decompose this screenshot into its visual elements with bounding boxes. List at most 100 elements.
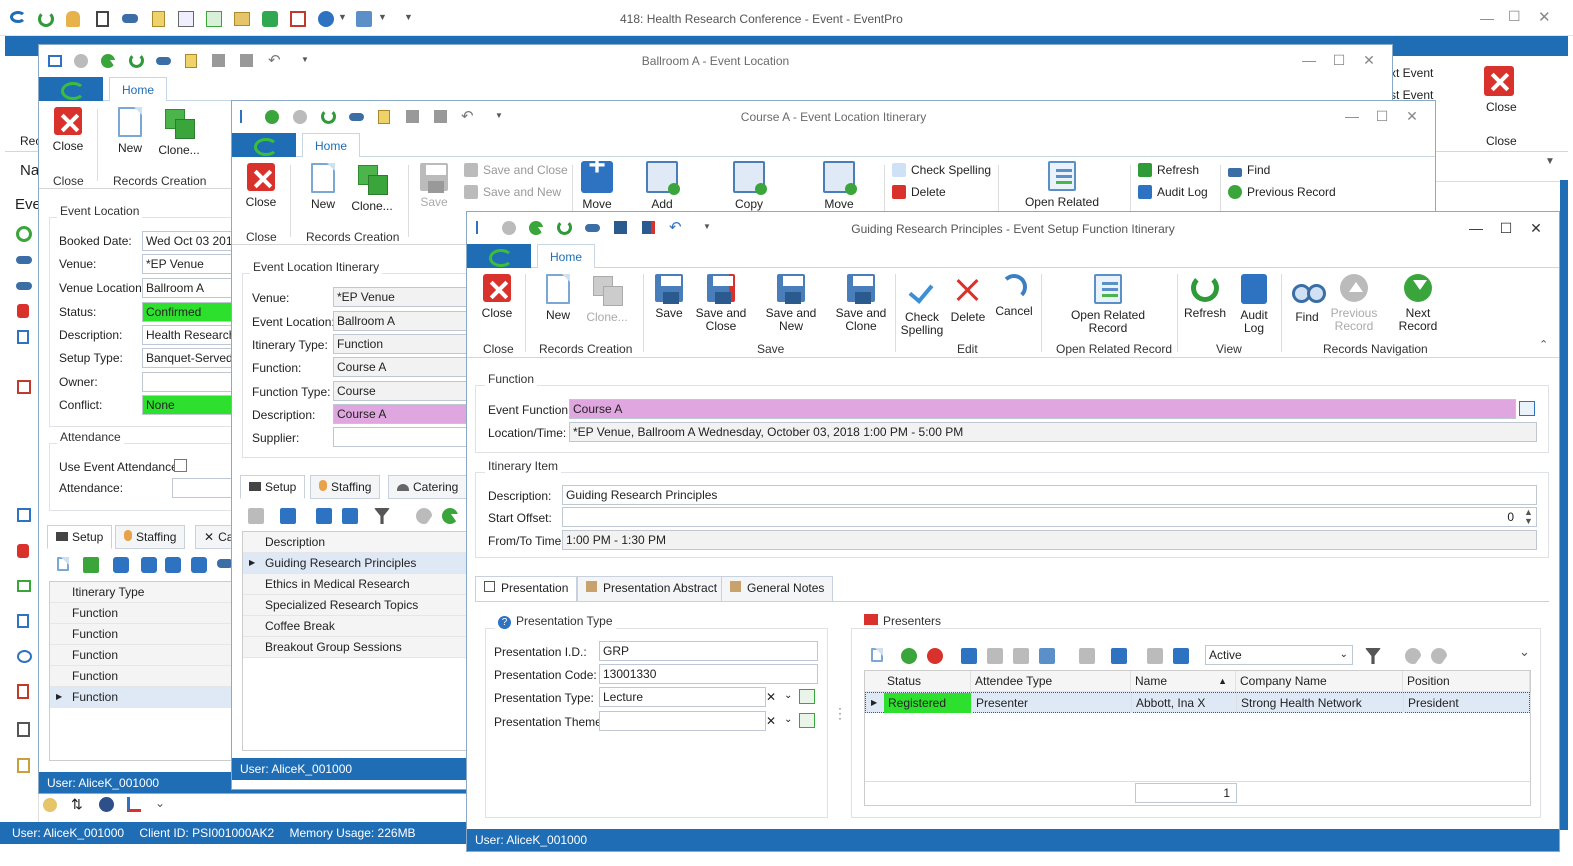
tab-home[interactable]: Home xyxy=(537,244,596,269)
table-row[interactable]: Coffee Break xyxy=(243,616,473,637)
calendar-icon[interactable] xyxy=(17,380,31,394)
maximize-button[interactable]: ☐ xyxy=(1324,49,1354,71)
save-and-new-button[interactable]: Save and New xyxy=(755,274,827,333)
sort-icon[interactable]: ⇅ xyxy=(71,796,83,813)
tab-home[interactable]: Home xyxy=(109,77,168,102)
audit-log-button[interactable]: Audit Log xyxy=(1138,185,1208,199)
up-icon[interactable] xyxy=(1405,648,1428,666)
table-row[interactable]: Function xyxy=(50,666,238,687)
close-button[interactable]: Close xyxy=(244,163,278,209)
close-button[interactable]: ✕ xyxy=(1397,105,1427,127)
tab-staffing[interactable]: Staffing xyxy=(115,525,186,549)
audit-log-button[interactable]: Audit Log xyxy=(1233,274,1275,335)
save-button[interactable]: Save xyxy=(418,163,450,209)
column-status[interactable]: Status xyxy=(883,671,971,691)
move-button[interactable]: Move xyxy=(580,159,614,211)
calculator-icon[interactable] xyxy=(17,722,30,737)
spin-icon[interactable]: ▲ ▼ xyxy=(1524,508,1533,526)
expand-chevron-icon[interactable]: ⌄ xyxy=(1519,644,1530,660)
tab-setup[interactable]: Setup xyxy=(240,475,306,499)
cancel-button[interactable]: Cancel xyxy=(993,274,1035,318)
open-related-button[interactable]: Open Related xyxy=(1022,161,1102,209)
find-button[interactable]: Find xyxy=(1228,163,1270,177)
next-event-button[interactable]: xt Event xyxy=(1390,66,1433,80)
binoculars-icon[interactable] xyxy=(122,14,138,23)
app-logo-icon[interactable] xyxy=(232,133,296,157)
new-button[interactable]: New xyxy=(543,274,573,322)
table-row[interactable]: ▶ Guiding Research Principles xyxy=(243,553,473,574)
table-row[interactable]: Ethics in Medical Research xyxy=(243,574,473,595)
connect-icon[interactable] xyxy=(1039,648,1055,664)
column-position[interactable]: Position xyxy=(1403,671,1530,691)
supplier-field[interactable] xyxy=(333,427,473,447)
status-filter-select[interactable]: Active ⌄ xyxy=(1205,645,1353,665)
clock-icon[interactable] xyxy=(16,226,32,242)
up-icon[interactable] xyxy=(416,508,439,526)
share-icon[interactable] xyxy=(356,11,372,27)
calendar-icon[interactable] xyxy=(290,11,306,27)
refresh-icon[interactable] xyxy=(38,11,54,27)
refresh-button[interactable]: Refresh xyxy=(1138,163,1199,177)
table-row[interactable]: Specialized Research Topics xyxy=(243,595,473,616)
booked-date-field[interactable]: Wed Oct 03 2018 xyxy=(142,231,242,251)
venue-location-field[interactable]: Ballroom A xyxy=(142,278,242,298)
add-resources-icon[interactable] xyxy=(141,557,157,573)
clipboard-icon[interactable] xyxy=(17,684,29,699)
next-record-button[interactable]: Next Record xyxy=(1385,274,1451,333)
globe-icon[interactable] xyxy=(99,797,114,812)
copy-icon[interactable] xyxy=(987,648,1003,664)
edit-icon[interactable] xyxy=(961,648,977,664)
table-row[interactable]: ▶ Registered Presenter Abbott, Ina X Str… xyxy=(865,692,1531,713)
clone-button[interactable]: Clone... xyxy=(350,163,394,213)
audit-icon[interactable] xyxy=(342,508,358,524)
card-icon[interactable] xyxy=(17,580,31,592)
delete-button[interactable]: Delete xyxy=(947,274,989,324)
tab-general-notes[interactable]: General Notes xyxy=(721,576,834,602)
table-row[interactable]: Function xyxy=(50,645,238,666)
binoculars-icon[interactable] xyxy=(16,282,32,290)
dropdown-chevron-icon[interactable]: ▼ xyxy=(338,12,347,22)
find-button[interactable]: Find xyxy=(1287,274,1327,324)
function-field[interactable]: Course A xyxy=(333,357,473,377)
start-offset-field[interactable]: 0 xyxy=(562,507,1537,527)
table-row[interactable]: Function xyxy=(50,603,238,624)
close-button[interactable]: ✕ xyxy=(1521,217,1551,239)
minimize-button[interactable]: — xyxy=(1461,217,1491,239)
add-dropdown-icon[interactable] xyxy=(1111,648,1127,664)
calendar-grid-icon[interactable] xyxy=(178,11,194,27)
pin-icon[interactable] xyxy=(17,304,29,318)
venue-field[interactable]: *EP Venue xyxy=(333,287,473,307)
notes-icon[interactable] xyxy=(152,11,165,27)
filter-icon[interactable] xyxy=(374,508,390,524)
export-icon[interactable] xyxy=(316,508,332,524)
previous-record-button[interactable]: Previous Record xyxy=(1228,185,1336,199)
filter-icon[interactable] xyxy=(1365,648,1381,664)
refresh-button[interactable]: Refresh xyxy=(1183,274,1227,320)
description-field[interactable]: Course A xyxy=(333,404,473,424)
audit-icon[interactable] xyxy=(1173,648,1189,664)
down-icon[interactable] xyxy=(442,508,465,524)
column-attendee-type[interactable]: Attendee Type xyxy=(971,671,1131,691)
gear-icon[interactable] xyxy=(262,11,278,27)
app-logo-icon[interactable] xyxy=(467,244,531,268)
save-and-clone-button[interactable]: Save and Clone xyxy=(833,274,889,333)
money-icon[interactable] xyxy=(43,798,57,812)
save-button[interactable]: Save xyxy=(653,274,685,320)
minimize-button[interactable]: — xyxy=(1337,105,1367,127)
lookup-icon[interactable] xyxy=(799,689,815,704)
tab-presentation-abstract[interactable]: Presentation Abstract xyxy=(577,576,727,602)
close-button[interactable]: Close xyxy=(51,107,85,153)
grid-icon[interactable] xyxy=(1079,648,1095,664)
check-spelling-button[interactable]: Check Spelling xyxy=(892,163,991,177)
close-icon[interactable] xyxy=(1484,66,1514,96)
delete-button[interactable]: Delete xyxy=(892,185,946,199)
pin-icon[interactable] xyxy=(17,544,29,558)
save-and-close-button[interactable]: Save and Close xyxy=(464,163,568,177)
description-field[interactable]: Guiding Research Principles xyxy=(562,485,1537,505)
copy-resources-icon[interactable] xyxy=(165,557,181,573)
tab-presentation[interactable]: Presentation xyxy=(475,576,578,602)
folder-icon[interactable] xyxy=(234,12,250,26)
document-icon[interactable] xyxy=(17,614,29,628)
maximize-button[interactable]: ☐ xyxy=(1367,105,1397,127)
dropdown-chevron-icon[interactable]: ⌄ xyxy=(784,690,792,701)
